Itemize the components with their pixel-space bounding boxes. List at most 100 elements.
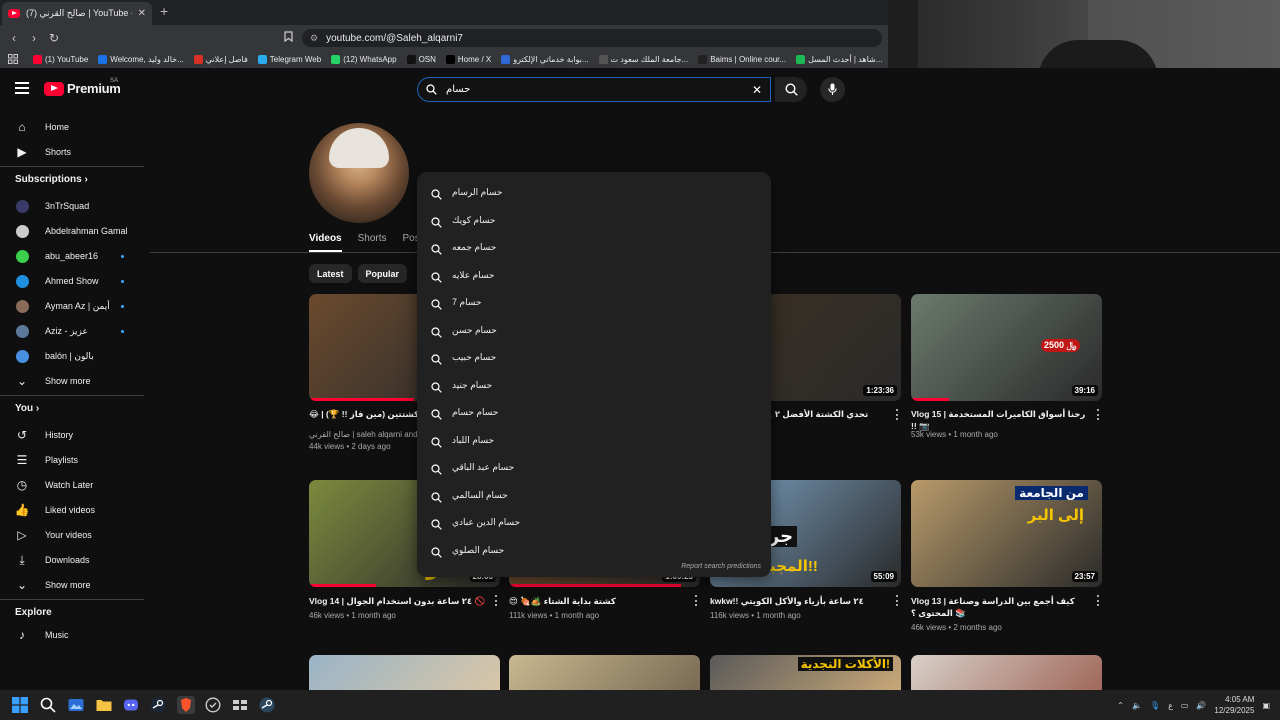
sidebar-item-shorts[interactable]: ▶ Shorts (0, 142, 144, 162)
video-title[interactable]: Vlog 14 | ٢٤ ساعة بدون استخدام الجوال 🚫 (309, 595, 487, 607)
video-title[interactable]: kwkw!! ٢٤ ساعة بأزياء والأكل الكويتي (710, 595, 888, 607)
sidebar-item-playlists[interactable]: ☰ Playlists (0, 450, 144, 470)
bookmark-item[interactable]: جامعة الملك سعود ت... (594, 54, 694, 64)
video-card[interactable]: من الجامعة إلى البر 23:57 Vlog 13 | كيف أجم… (911, 480, 1102, 632)
video-thumbnail[interactable]: الأكلات النجدية! (710, 655, 901, 690)
bookmark-item[interactable]: شاهد | أحدث المسل... (791, 54, 887, 64)
search-suggestion[interactable]: حسام جنيد (417, 372, 771, 400)
search-suggestion[interactable]: حسام علايه (417, 262, 771, 290)
microphone-icon[interactable]: 🎙 (1150, 701, 1160, 710)
discord-icon[interactable] (123, 697, 139, 713)
browser-tab[interactable]: (7) صالح القرني | YouTube - qarni ✕ (2, 2, 152, 25)
clear-search-icon[interactable]: ✕ (752, 83, 762, 97)
brave-browser-icon[interactable] (177, 696, 195, 714)
bookmark-item[interactable]: بوابة خدماتي الإلكترو... (496, 54, 593, 64)
channel-avatar[interactable] (309, 123, 409, 223)
sidebar-item-aziz[interactable]: Aziz - عزيز (0, 321, 144, 341)
tab-close-icon[interactable]: ✕ (138, 8, 146, 19)
search-suggestion[interactable]: حسام حسام (417, 399, 771, 427)
more-actions-icon[interactable] (695, 595, 698, 606)
youtube-premium-logo[interactable]: Premium SA (44, 78, 121, 96)
chip-popular[interactable]: Popular (357, 264, 408, 283)
video-thumbnail[interactable] (911, 655, 1102, 690)
search-suggestion[interactable]: حسام كويك (417, 207, 771, 235)
search-button[interactable] (775, 77, 807, 102)
back-icon[interactable]: ‹ (4, 31, 24, 45)
sidebar-item-watch-later[interactable]: ◷ Watch Later (0, 475, 144, 495)
search-suggestion[interactable]: حسام 7 (417, 289, 771, 317)
search-suggestion[interactable]: حسام الدين عبادي (417, 509, 771, 537)
bookmark-item[interactable]: فاصل إعلاني (189, 54, 253, 64)
search-icon[interactable] (40, 697, 56, 713)
new-tab-icon[interactable]: + (160, 3, 168, 19)
search-suggestion[interactable]: حسام عبد الباقي (417, 454, 771, 482)
app-icon[interactable] (205, 697, 221, 713)
gallery-icon[interactable] (68, 697, 84, 713)
bookmark-item[interactable]: (12) WhatsApp (326, 54, 401, 64)
subscriptions-heading[interactable]: Subscriptions › (15, 174, 88, 185)
bookmark-icon[interactable] (278, 30, 298, 45)
report-search-predictions-link[interactable]: Report search predictions (681, 563, 761, 570)
you-heading[interactable]: You › (15, 403, 39, 414)
sidebar-item-ayman-az[interactable]: Ayman Az | أيمن (0, 296, 144, 316)
network-icon[interactable]: ▭ (1181, 701, 1189, 710)
video-title[interactable]: كشتة بداية الشتاء 🏕️🍖 😍 (509, 595, 687, 607)
language-indicator[interactable]: ع (1168, 701, 1173, 710)
sidebar-item-3ntrsquad[interactable]: 3nTrSquad (0, 196, 144, 216)
sidebar-item-bal-n[interactable]: balón | بالون (0, 346, 144, 366)
clock[interactable]: 4:05 AM 12/29/2025 (1214, 694, 1254, 716)
more-actions-icon[interactable] (1097, 409, 1100, 420)
sidebar-item-show-more[interactable]: ⌄ Show more (0, 575, 144, 595)
bookmark-item[interactable]: Welcome, خالد وليد... (93, 54, 188, 64)
forward-icon[interactable]: › (24, 31, 44, 45)
sidebar-item-abdelrahman-gamal[interactable]: Abdelrahman Gamal (0, 221, 144, 241)
video-thumbnail[interactable]: 2500 ﷼ 39:16 (911, 294, 1102, 401)
sidebar-item-history[interactable]: ↺ History (0, 425, 144, 445)
sidebar-item-abu-abeer16[interactable]: abu_abeer16 (0, 246, 144, 266)
video-title[interactable]: Vlog 15 | رحنا أسواق الكاميرات المستخدمة… (911, 408, 1089, 432)
voice-search-button[interactable] (820, 77, 845, 102)
search-suggestion[interactable]: حسام اللباد (417, 427, 771, 455)
steam-icon[interactable] (259, 697, 275, 713)
bookmark-item[interactable]: Telegram Web (253, 54, 326, 64)
steam-icon[interactable] (150, 697, 166, 713)
notification-icon[interactable]: ▣ (1262, 701, 1270, 710)
volume-icon[interactable]: 🔈 (1132, 701, 1142, 710)
search-suggestion[interactable]: حسام جمعه (417, 234, 771, 262)
url-field[interactable]: ⚙ youtube.com/@Saleh_alqarni7 (302, 29, 882, 47)
video-title[interactable]: Vlog 13 | كيف أجمع بين الدراسة وصناعة ال… (911, 595, 1089, 619)
sidebar-item-home[interactable]: ⌂ Home (0, 117, 144, 137)
sidebar-item-downloads[interactable]: ⤓ Downloads (0, 550, 144, 570)
windows-start-icon[interactable] (12, 697, 28, 713)
search-suggestion[interactable]: حسام الرسام (417, 179, 771, 207)
more-actions-icon[interactable] (896, 595, 899, 606)
sidebar-item-your-videos[interactable]: ▷ Your videos (0, 525, 144, 545)
video-card[interactable]: 2500 ﷼ 39:16 Vlog 15 | رحنا أسواق الكاميرا… (911, 294, 1102, 444)
more-actions-icon[interactable] (495, 595, 498, 606)
more-actions-icon[interactable] (1097, 595, 1100, 606)
file-explorer-icon[interactable] (96, 697, 112, 713)
search-suggestion[interactable]: حسام السالمي (417, 482, 771, 510)
speaker-icon[interactable]: 🔊 (1196, 701, 1206, 710)
reload-icon[interactable]: ↻ (44, 31, 64, 45)
chevron-up-icon[interactable]: ⌃ (1117, 701, 1124, 710)
sidebar-item-music[interactable]: ♪ Music (0, 625, 144, 645)
widgets-icon[interactable] (232, 697, 248, 713)
search-input[interactable]: حسام ✕ (417, 77, 771, 102)
apps-icon[interactable] (0, 54, 28, 64)
bookmark-item[interactable]: (1) YouTube (28, 54, 93, 64)
search-suggestion[interactable]: حسام حسن (417, 317, 771, 345)
video-channel[interactable]: صالح القرني | saleh alqarni and 2 m (309, 430, 433, 439)
search-suggestion[interactable]: حسام حبيب (417, 344, 771, 372)
video-thumbnail[interactable]: من الجامعة إلى البر 23:57 (911, 480, 1102, 587)
sidebar-item-show-more[interactable]: ⌄ Show more (0, 371, 144, 391)
guide-menu-icon[interactable] (15, 82, 29, 94)
tab-shorts[interactable]: Shorts (358, 233, 387, 252)
site-info-icon[interactable]: ⚙ (310, 33, 318, 44)
search-suggestion[interactable]: حسام الصلوي (417, 537, 771, 565)
chip-latest[interactable]: Latest (309, 264, 352, 283)
sidebar-item-liked-videos[interactable]: 👍 Liked videos (0, 500, 144, 520)
video-thumbnail[interactable] (509, 655, 700, 690)
bookmark-item[interactable]: Home / X (441, 54, 496, 64)
sidebar-item-ahmed-show[interactable]: Ahmed Show (0, 271, 144, 291)
